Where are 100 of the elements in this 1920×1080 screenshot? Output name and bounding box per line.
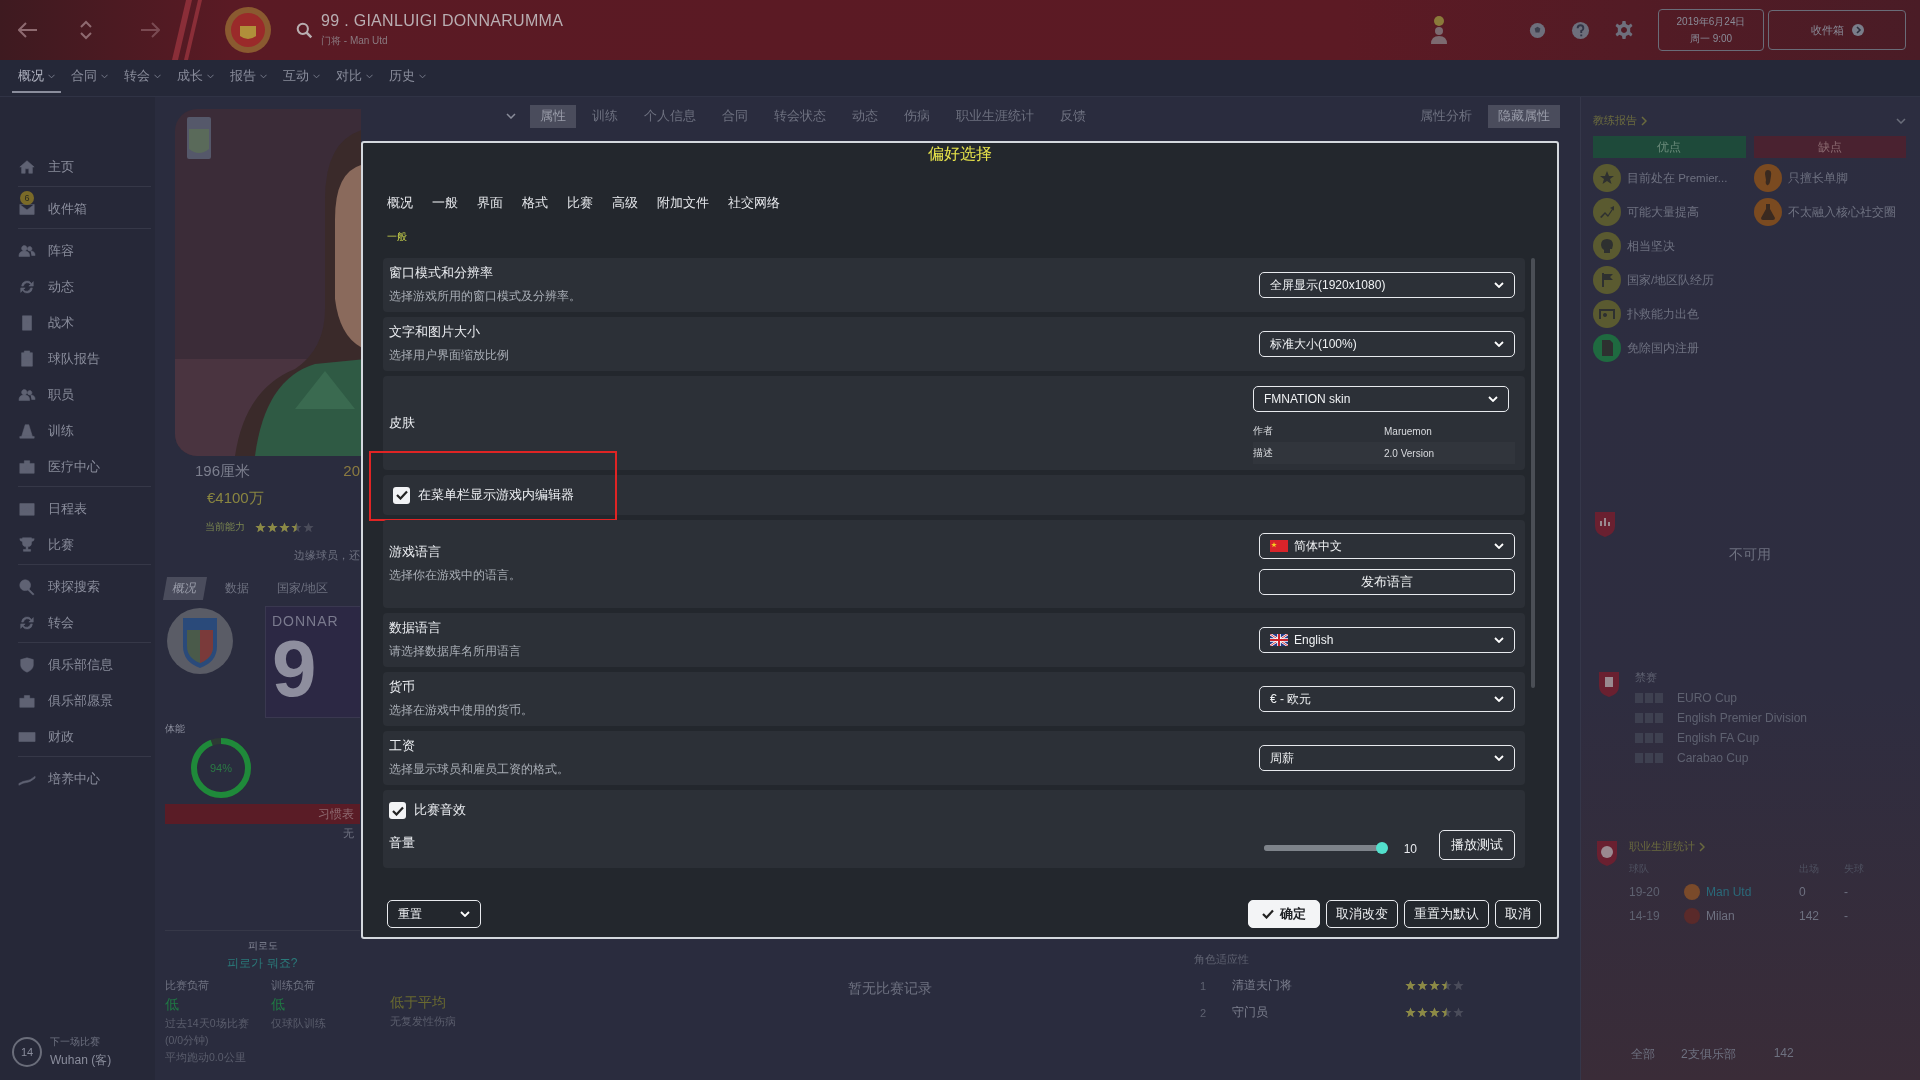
tab[interactable]: 职业生涯统计 (946, 104, 1044, 128)
tab[interactable]: 转会状态 (764, 104, 836, 128)
goal-icon (1593, 300, 1621, 328)
table-cell-text: - (1844, 885, 1849, 899)
sidebar-item[interactable]: 日程表 (48, 500, 87, 518)
inbox-button[interactable]: 收件箱 (1768, 10, 1906, 50)
sidebar-item[interactable]: 俱乐部信息 (48, 656, 113, 674)
dropdown[interactable]: 标准大小(100%) (1259, 331, 1515, 357)
ball-icon[interactable] (1528, 20, 1547, 40)
dropdown[interactable]: FMNATION skin (1253, 386, 1509, 412)
sidebar-item[interactable]: 财政 (48, 728, 74, 746)
menu-item[interactable]: 报告 (224, 63, 273, 93)
sidebar-item[interactable]: 收件箱 (48, 200, 87, 218)
star-icon (1405, 1007, 1416, 1018)
sidebar-item[interactable]: 主页 (48, 158, 74, 176)
publish-language-button[interactable]: 发布语言 (1259, 569, 1515, 595)
forward-arrow-icon[interactable] (140, 22, 160, 38)
sidebar-item[interactable]: 战术 (48, 314, 74, 332)
next-match-opponent[interactable]: Wuhan (客) (50, 1052, 112, 1069)
search-icon[interactable] (296, 21, 313, 39)
tab[interactable]: 属性分析 (1410, 104, 1482, 128)
scrollbar[interactable] (1531, 258, 1535, 688)
sidebar-item[interactable]: 培养中心 (48, 770, 100, 788)
tab[interactable]: 格式 (514, 190, 556, 216)
menu-item[interactable]: 历史 (383, 63, 432, 93)
tab[interactable]: 附加文件 (649, 190, 717, 216)
cycle-arrows-icon[interactable] (18, 614, 36, 632)
people-icon[interactable] (18, 242, 36, 260)
dropdown[interactable]: English (1259, 627, 1515, 653)
tab[interactable]: 隐藏属性 (1488, 104, 1560, 128)
tab[interactable]: 伤病 (894, 104, 940, 128)
fatigue-link[interactable]: 피로가 뭐죠? (227, 955, 298, 972)
tab[interactable]: 合同 (712, 104, 758, 128)
dropdown[interactable]: 全屏显示(1920x1080) (1259, 272, 1515, 298)
briefcase-icon[interactable] (18, 692, 36, 710)
menu-item[interactable]: 互动 (277, 63, 326, 93)
dialog-button[interactable]: 重置为默认 (1404, 900, 1489, 928)
sidebar-item[interactable]: 职员 (48, 386, 74, 404)
checkbox[interactable] (389, 802, 406, 819)
cycle-arrows-icon[interactable] (18, 278, 36, 296)
tab[interactable]: 社交网络 (720, 190, 788, 216)
sidebar-item[interactable]: 训练 (48, 422, 74, 440)
sidebar-item[interactable]: 俱乐部愿景 (48, 692, 113, 710)
clipboard-icon[interactable] (18, 350, 36, 368)
sidebar-item[interactable]: 动态 (48, 278, 74, 296)
sidebar-item[interactable]: 阵容 (48, 242, 74, 260)
sidebar-item[interactable]: 转会 (48, 614, 74, 632)
chevron-icon[interactable] (506, 113, 516, 119)
tab[interactable]: 训练 (582, 104, 628, 128)
caret-icon (154, 73, 161, 79)
menu-item[interactable]: 对比 (330, 63, 379, 93)
back-arrow-icon[interactable] (18, 22, 38, 38)
sidebar-item[interactable]: 球队报告 (48, 350, 100, 368)
tab[interactable]: 界面 (469, 190, 511, 216)
checkbox[interactable] (393, 486, 410, 504)
dropdown[interactable]: € - 欧元 (1259, 686, 1515, 712)
settings-icon[interactable] (1614, 20, 1634, 40)
reset-dropdown[interactable]: 重置 (387, 900, 481, 928)
person-icon[interactable] (1428, 15, 1450, 45)
caret-icon (313, 73, 320, 79)
tab[interactable]: 高级 (604, 190, 646, 216)
trophy-icon[interactable] (18, 536, 36, 554)
shield-icon[interactable] (18, 656, 36, 674)
menu-item[interactable]: 概况 (12, 63, 61, 93)
tab[interactable]: 概况 (162, 577, 208, 600)
dialog-button[interactable]: 取消 (1495, 900, 1541, 928)
club-name[interactable]: Milan (1706, 909, 1735, 923)
detail-value: Maruemon (1384, 425, 1432, 437)
menu-item[interactable]: 合同 (65, 63, 114, 93)
tab[interactable]: 反馈 (1050, 104, 1096, 128)
help-icon[interactable] (1571, 20, 1590, 40)
volume-slider[interactable] (1263, 842, 1388, 854)
dialog-button[interactable]: 确定 (1248, 900, 1320, 928)
tab[interactable]: 动态 (842, 104, 888, 128)
dropdown[interactable]: 简体中文 (1259, 533, 1515, 559)
tab[interactable]: 比赛 (559, 190, 601, 216)
tab[interactable]: 国家/地区 (269, 577, 337, 600)
sidebar-item[interactable]: 医疗中心 (48, 458, 100, 476)
play-test-button[interactable]: 播放测试 (1439, 830, 1515, 860)
dropdown[interactable]: 周薪 (1259, 745, 1515, 771)
up-down-arrows-icon[interactable] (80, 20, 92, 40)
sidebar-item[interactable]: 比赛 (48, 536, 74, 554)
cone-icon[interactable] (18, 422, 36, 440)
chevron-icon[interactable] (1896, 117, 1906, 124)
tab[interactable]: 属性 (530, 104, 576, 128)
date-display[interactable]: 2019年6月24日 周一 9:00 (1658, 9, 1764, 51)
menu-item[interactable]: 转会 (118, 63, 167, 93)
tab[interactable]: 一般 (424, 190, 466, 216)
footer-item: 2支俱乐部 (1681, 1046, 1736, 1063)
caret-icon (419, 73, 426, 79)
tab[interactable]: 概况 (383, 190, 421, 216)
house-icon[interactable] (18, 158, 36, 176)
dialog-button[interactable]: 取消改变 (1326, 900, 1398, 928)
sidebar-item[interactable]: 球探搜索 (48, 578, 100, 596)
people-icon[interactable] (18, 386, 36, 404)
tab[interactable]: 个人信息 (634, 104, 706, 128)
tab[interactable]: 数据 (217, 577, 257, 600)
strength-item: 可能大量提高 (1627, 204, 1699, 220)
load-value: 低 (165, 996, 180, 1014)
menu-item[interactable]: 成长 (171, 63, 220, 93)
